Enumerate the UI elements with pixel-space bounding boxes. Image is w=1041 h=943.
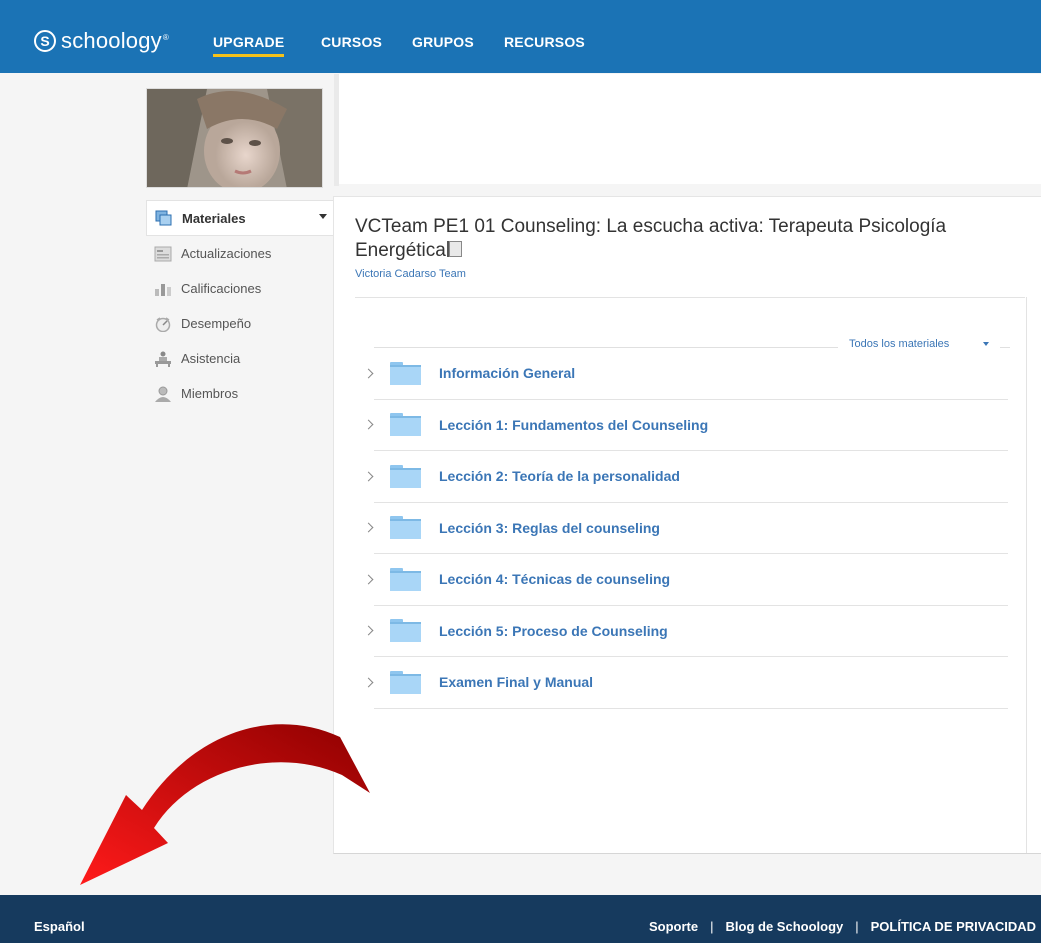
materials-panel: VCTeam PE1 01 Counseling: La escucha act…	[333, 196, 1041, 854]
red-arrow-annotation	[80, 724, 370, 885]
nav-recursos[interactable]: RECURSOS	[504, 34, 585, 50]
divider	[1026, 297, 1027, 853]
performance-icon	[155, 316, 171, 332]
folder-icon	[390, 567, 421, 591]
chevron-right-icon[interactable]	[363, 471, 374, 482]
folder-link[interactable]: Lección 5: Proceso de Counseling	[439, 623, 668, 639]
nav-cursos[interactable]: CURSOS	[321, 34, 382, 50]
trademark-mark: ®	[162, 32, 169, 42]
schoology-s-icon: S	[34, 30, 56, 52]
sidebar-item-label: Desempeño	[181, 316, 252, 331]
chevron-right-icon[interactable]	[363, 625, 374, 636]
folder-row[interactable]: Información General	[363, 348, 1008, 400]
folder-link[interactable]: Examen Final y Manual	[439, 674, 593, 690]
materials-icon	[155, 210, 172, 226]
chevron-right-icon[interactable]	[363, 368, 374, 379]
folder-icon	[390, 413, 421, 437]
footer-link-soporte[interactable]: Soporte	[649, 919, 698, 934]
sidebar-item-actualizaciones[interactable]: Actualizaciones	[146, 236, 335, 271]
folder-row[interactable]: Lección 4: Técnicas de counseling	[363, 554, 1008, 606]
members-icon	[155, 386, 171, 402]
sidebar-item-desempeno[interactable]: Desempeño	[146, 306, 335, 341]
folder-row[interactable]: Lección 3: Reglas del counseling	[363, 503, 1008, 554]
sidebar-item-miembros[interactable]: Miembros	[146, 376, 335, 411]
folder-list: Información General Lección 1: Fundament…	[363, 348, 1008, 709]
sidebar-item-label: Asistencia	[181, 351, 241, 366]
nav-upgrade[interactable]: UPGRADE	[213, 34, 285, 57]
grades-icon	[155, 283, 171, 296]
folder-icon	[390, 464, 421, 488]
footer-separator: |	[855, 919, 859, 934]
folder-icon	[390, 361, 421, 385]
folder-link[interactable]: Lección 4: Técnicas de counseling	[439, 571, 670, 587]
attendance-icon	[155, 351, 171, 367]
folder-icon	[390, 516, 421, 540]
folder-row[interactable]: Lección 1: Fundamentos del Counseling	[363, 400, 1008, 451]
folder-link[interactable]: Lección 2: Teoría de la personalidad	[439, 468, 680, 484]
logo-text: schoology	[61, 28, 162, 53]
folder-row[interactable]: Lección 5: Proceso de Counseling	[363, 606, 1008, 657]
chevron-right-icon[interactable]	[363, 419, 374, 430]
divider	[355, 297, 1025, 298]
updates-icon	[154, 246, 172, 261]
chevron-right-icon[interactable]	[363, 522, 374, 533]
sidebar-item-label: Materiales	[182, 210, 246, 226]
chevron-right-icon[interactable]	[363, 574, 374, 585]
sidebar-item-label: Miembros	[181, 386, 239, 401]
schoology-logo[interactable]: S schoology ®	[34, 28, 169, 54]
footer: Español Soporte | Blog de Schoology | POLÍTI…	[0, 895, 1041, 943]
course-title-text: VCTeam PE1 01 Counseling: La escucha act…	[355, 216, 947, 261]
language-selector[interactable]: Español	[34, 919, 85, 934]
folder-link[interactable]: Información General	[439, 365, 575, 381]
chevron-right-icon[interactable]	[363, 677, 374, 688]
course-header-panel	[339, 74, 1041, 184]
footer-link-privacidad[interactable]: POLÍTICA DE PRIVACIDAD	[871, 919, 1036, 934]
footer-links: Soporte | Blog de Schoology | POLÍTICA DE PR…	[649, 919, 1036, 934]
caret-down-icon[interactable]	[983, 342, 989, 346]
course-title: VCTeam PE1 01 Counseling: La escucha act…	[355, 215, 995, 263]
folder-row[interactable]: Examen Final y Manual	[363, 657, 1008, 709]
top-navigation-bar: S schoology ® UPGRADE CURSOS GRUPOS RECU…	[0, 0, 1041, 73]
sidebar-item-label: Calificaciones	[181, 281, 262, 296]
sidebar-item-label: Actualizaciones	[181, 246, 272, 261]
notebook-icon	[448, 241, 462, 257]
folder-link[interactable]: Lección 1: Fundamentos del Counseling	[439, 417, 708, 433]
sidebar-item-materiales[interactable]: Materiales	[146, 200, 335, 236]
nav-grupos[interactable]: GRUPOS	[412, 34, 474, 50]
sidebar-item-calificaciones[interactable]: Calificaciones	[146, 271, 335, 306]
folder-icon	[390, 670, 421, 694]
course-profile-image	[146, 88, 323, 188]
folder-link[interactable]: Lección 3: Reglas del counseling	[439, 520, 660, 536]
folder-icon	[390, 619, 421, 643]
folder-row[interactable]: Lección 2: Teoría de la personalidad	[363, 451, 1008, 503]
footer-separator: |	[710, 919, 714, 934]
course-sidebar: Materiales Actualizaciones Calificacione…	[146, 200, 335, 411]
course-author-link[interactable]: Victoria Cadarso Team	[355, 268, 466, 280]
footer-link-blog[interactable]: Blog de Schoology	[726, 919, 844, 934]
chevron-down-icon[interactable]	[319, 214, 327, 219]
sidebar-item-asistencia[interactable]: Asistencia	[146, 341, 335, 376]
profile-photo	[147, 89, 322, 187]
